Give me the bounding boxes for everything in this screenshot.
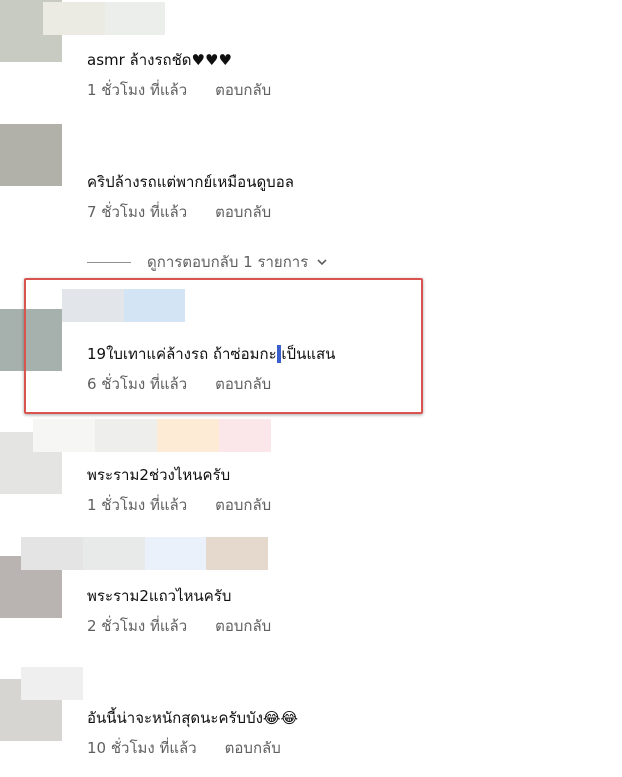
avatar[interactable] xyxy=(0,124,62,186)
reply-button[interactable]: ตอบกลับ xyxy=(225,739,281,757)
author-name-blurred xyxy=(105,2,165,35)
timestamp: 2 ชั่วโมง ที่แล้ว xyxy=(87,617,188,635)
view-replies-button[interactable]: ดูการตอบกลับ 1 รายการ xyxy=(87,250,328,274)
author-name-blurred xyxy=(21,537,83,570)
author-name-blurred xyxy=(21,667,83,700)
author-name-blurred xyxy=(33,419,95,452)
timestamp: 7 ชั่วโมง ที่แล้ว xyxy=(87,203,188,221)
author-name-blurred xyxy=(206,537,268,570)
timestamp: 1 ชั่วโมง ที่แล้ว xyxy=(87,81,188,99)
view-replies-label: ดูการตอบกลับ 1 รายการ xyxy=(147,253,309,271)
reply-button[interactable]: ตอบกลับ xyxy=(215,203,271,221)
comment-text: พระราม2ช่วงไหนครับ xyxy=(87,466,231,484)
comment-meta: 7 ชั่วโมง ที่แล้ว ตอบกลับ xyxy=(87,200,271,224)
timestamp: 10 ชั่วโมง ที่แล้ว xyxy=(87,739,197,757)
reply-button[interactable]: ตอบกลับ xyxy=(215,81,271,99)
timestamp: 1 ชั่วโมง ที่แล้ว xyxy=(87,496,188,514)
author-name-blurred xyxy=(145,537,206,570)
comment-text: asmr ล้างรถชัด♥♥♥ xyxy=(87,51,232,69)
author-name-blurred xyxy=(157,419,219,452)
comment-text: คริปล้างรถแต่พากย์เหมือนดูบอล xyxy=(87,173,294,191)
author-name-blurred xyxy=(43,2,105,35)
author-name-blurred xyxy=(219,419,271,452)
comment-meta: 1 ชั่วโมง ที่แล้ว ตอบกลับ xyxy=(87,78,271,102)
reply-button[interactable]: ตอบกลับ xyxy=(215,617,271,635)
reply-button[interactable]: ตอบกลับ xyxy=(215,496,271,514)
chevron-down-icon xyxy=(317,259,327,266)
comment-meta: 10 ชั่วโมง ที่แล้ว ตอบกลับ xyxy=(87,736,281,760)
author-name-blurred xyxy=(83,537,145,570)
divider-line xyxy=(87,261,131,263)
comment-text: พระราม2แถวไหนครับ xyxy=(87,587,232,605)
comment-meta: 2 ชั่วโมง ที่แล้ว ตอบกลับ xyxy=(87,614,271,638)
author-name-blurred xyxy=(95,419,157,452)
comment-text: อันนี้น่าจะหนักสุดนะครับบัง😂😂 xyxy=(87,709,298,727)
comment-meta: 1 ชั่วโมง ที่แล้ว ตอบกลับ xyxy=(87,493,271,517)
highlight-annotation-box xyxy=(24,278,423,414)
